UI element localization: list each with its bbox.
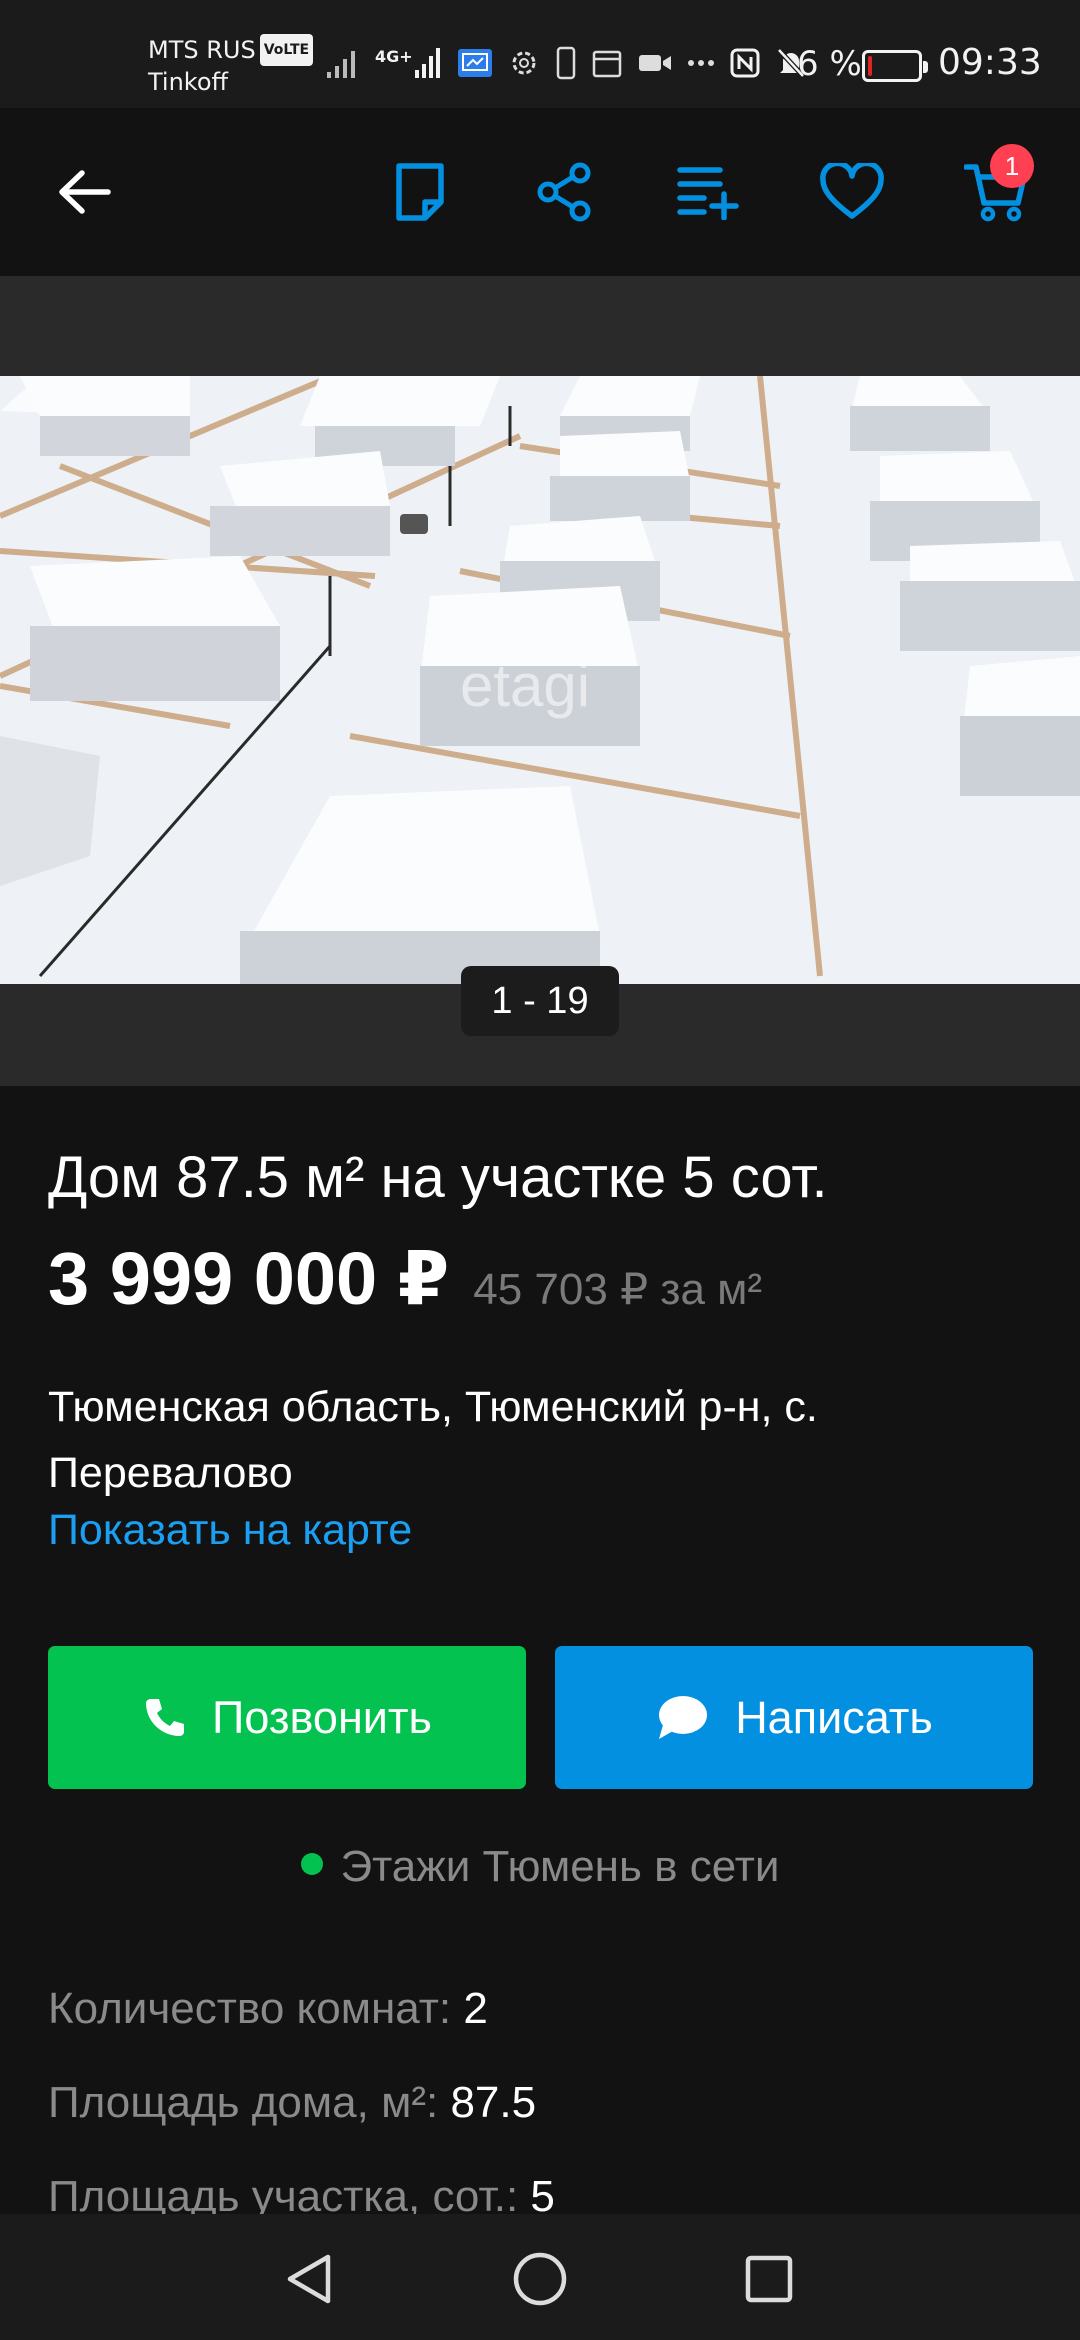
more-dots-icon xyxy=(687,60,714,66)
nav-recents-button[interactable] xyxy=(734,2244,804,2314)
listing-price: 3 999 000 ₽ xyxy=(48,1237,450,1320)
photo-watermark: etagi xyxy=(460,652,590,719)
note-icon xyxy=(396,163,444,221)
param-value: 2 xyxy=(463,1984,488,2033)
clock: 09:33 xyxy=(938,42,1042,83)
chat-bubble-icon xyxy=(659,1695,708,1739)
signal-strength-icon xyxy=(414,48,440,78)
signal-icon xyxy=(327,51,355,78)
cart-count-badge: 1 xyxy=(990,144,1034,188)
photo-counter: 1 - 19 xyxy=(461,966,619,1036)
nav-back-button[interactable] xyxy=(274,2244,344,2314)
second-carrier-name: Tinkoff xyxy=(148,68,229,96)
nav-home-button[interactable] xyxy=(505,2244,575,2314)
calendar-icon xyxy=(592,50,621,78)
back-arrow-icon xyxy=(59,170,111,214)
phone-icon xyxy=(556,46,575,80)
show-on-map-link[interactable]: Показать на карте xyxy=(48,1506,412,1555)
cart-button[interactable]: 1 xyxy=(956,144,1036,232)
cast-icon xyxy=(457,49,492,77)
write-button-label: Написать xyxy=(735,1691,933,1743)
status-bar: MTS RUS VoLTE Tinkoff 4G+ 6 % 09:33 xyxy=(0,0,1080,108)
volte-badge: VoLTE xyxy=(259,34,314,66)
settings-gear-icon xyxy=(512,51,536,75)
price-per-m2: 45 703 ₽ за м² xyxy=(473,1265,763,1314)
phone-handset-icon xyxy=(146,1698,185,1736)
price-row: 3 999 000 ₽ 45 703 ₽ за м² xyxy=(48,1236,762,1322)
nav-home-circle-icon xyxy=(513,2252,567,2306)
carrier-name: MTS RUS VoLTE xyxy=(148,34,314,66)
call-button[interactable]: Позвонить xyxy=(48,1646,526,1789)
battery-icon xyxy=(862,50,928,82)
system-nav-bar xyxy=(0,2214,1080,2340)
call-button-label: Позвонить xyxy=(212,1691,432,1743)
param-house-area: Площадь дома, м²: 87.5 xyxy=(48,2078,536,2128)
param-value: 87.5 xyxy=(450,2078,537,2127)
nav-recents-square-icon xyxy=(745,2255,793,2303)
share-button[interactable] xyxy=(524,152,604,232)
compare-button[interactable] xyxy=(668,152,748,232)
param-label: Площадь дома, м²: xyxy=(48,2078,451,2127)
carrier-label: MTS RUS xyxy=(148,36,256,64)
network-type: 4G+ xyxy=(375,46,443,80)
battery-percent: 6 % xyxy=(797,44,862,84)
nfc-icon xyxy=(730,48,760,78)
note-button[interactable] xyxy=(380,152,460,232)
seller-online-status: Этажи Тюмень в сети xyxy=(0,1842,1080,1892)
app-bar: 1 xyxy=(0,108,1080,276)
compare-list-icon xyxy=(677,167,739,220)
nav-back-triangle-icon xyxy=(287,2254,331,2304)
listing-address: Тюменская область, Тюменский р-н, с. Пер… xyxy=(48,1383,818,1497)
battery-level xyxy=(868,56,872,76)
favorite-button[interactable] xyxy=(812,152,892,232)
param-rooms: Количество комнат: 2 xyxy=(48,1984,488,2034)
share-icon xyxy=(537,162,591,222)
favorite-heart-icon xyxy=(820,163,884,219)
status-icons: 4G+ xyxy=(325,42,807,84)
listing-photo[interactable]: etagi xyxy=(0,376,1080,984)
listing-title: Дом 87.5 м² на участке 5 сот. xyxy=(48,1145,828,1210)
write-button[interactable]: Написать xyxy=(555,1646,1033,1789)
snowy-houses-photo: etagi xyxy=(0,376,1080,984)
back-button[interactable] xyxy=(44,152,124,232)
param-label: Количество комнат: xyxy=(48,1984,464,2033)
online-dot-icon xyxy=(300,1853,323,1875)
video-camera-icon xyxy=(638,55,671,71)
seller-online-text: Этажи Тюмень в сети xyxy=(340,1842,780,1891)
